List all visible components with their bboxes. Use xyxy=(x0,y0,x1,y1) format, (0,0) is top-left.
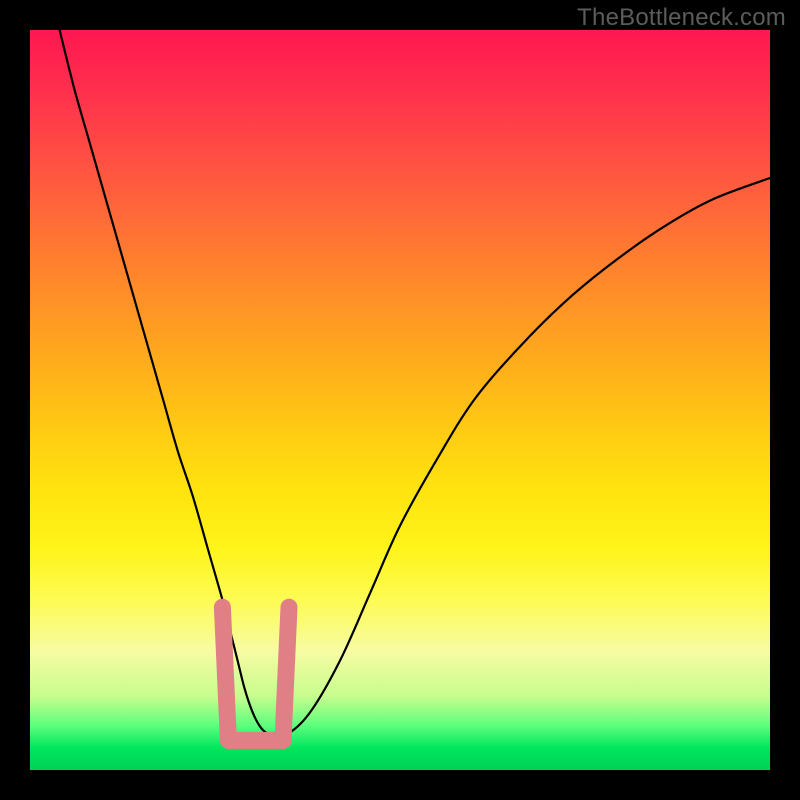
plot-area xyxy=(30,30,770,770)
bottleneck-curve-path xyxy=(60,30,770,735)
watermark-text: TheBottleneck.com xyxy=(577,4,786,32)
highlight-left xyxy=(222,607,228,740)
curve-layer xyxy=(30,30,770,770)
chart-frame: TheBottleneck.com xyxy=(0,0,800,800)
highlight-right xyxy=(283,607,289,740)
